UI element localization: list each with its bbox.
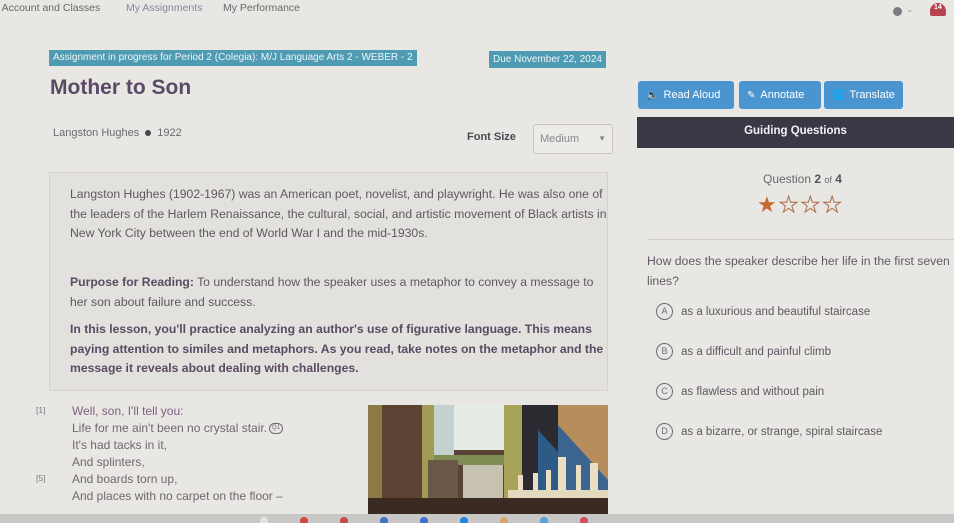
play-store-icon[interactable] (540, 517, 548, 523)
answer-option-c[interactable]: C as flawless and without pain (656, 383, 824, 400)
files-icon[interactable] (460, 517, 468, 523)
option-letter[interactable]: C (656, 383, 673, 400)
purpose-for-reading: Purpose for Reading: To understand how t… (70, 273, 610, 312)
calendar-icon[interactable] (420, 517, 428, 523)
lesson-instructions: In this lesson, you'll practice analyzin… (70, 322, 604, 375)
guiding-questions-header: Guiding Questions (637, 117, 954, 148)
staircase-image (368, 405, 608, 515)
total-questions: 4 (835, 172, 842, 186)
star-empty-icon: ★ (778, 192, 799, 217)
publication-year: 1922 (157, 127, 182, 139)
app-icon[interactable] (500, 517, 508, 523)
globe-icon: 🌐 (832, 89, 845, 101)
line-number: [5] (36, 473, 46, 483)
line-text[interactable]: Well, son, I'll tell you: (72, 404, 183, 418)
option-text[interactable]: as a difficult and painful climb (681, 346, 831, 358)
question-label: Question (763, 172, 812, 186)
taskbar-app-icon[interactable] (260, 517, 268, 523)
read-aloud-button[interactable]: 🔈 Read Aloud (638, 81, 734, 109)
docs-icon[interactable] (380, 517, 388, 523)
poem-line: Life for me ain't been no crystal stair.… (36, 421, 366, 438)
gmail-icon[interactable] (340, 517, 348, 523)
star-filled-icon: ★ (757, 192, 777, 217)
line-text[interactable]: And splinters, (72, 455, 145, 469)
photos-icon[interactable] (580, 517, 588, 523)
line-text-content[interactable]: Life for me ain't been no crystal stair. (72, 421, 267, 435)
current-question: 2 (814, 172, 822, 186)
line-text[interactable]: Life for me ain't been no crystal stair.… (72, 421, 284, 435)
pencil-icon: ✎ (747, 89, 756, 101)
nav-account-and-classes[interactable]: y Account and Classes (0, 2, 100, 14)
option-text[interactable]: as a bizarre, or strange, spiral stairca… (681, 426, 882, 438)
question-annotation-badge[interactable]: Q1 (269, 423, 284, 435)
line-text[interactable]: And places with no carpet on the floor – (72, 489, 283, 503)
top-navigation: y Account and Classes My Assignments My … (0, 0, 954, 22)
option-letter[interactable]: D (656, 423, 673, 440)
due-date-badge: Due November 22, 2024 (489, 51, 606, 68)
font-size-label: Font Size (467, 131, 516, 143)
staircase-photo (368, 405, 608, 515)
annotate-button[interactable]: ✎ Annotate (739, 81, 821, 109)
page-title: Mother to Son (50, 76, 192, 99)
answer-option-a[interactable]: A as a luxurious and beautiful staircase (656, 303, 870, 320)
poem: [1] Well, son, I'll tell you: Life for m… (36, 404, 366, 506)
progress-stars: ★ ★ ★ ★ (757, 192, 843, 217)
nav-my-performance[interactable]: My Performance (223, 2, 300, 14)
os-taskbar (0, 514, 954, 523)
separator-dot (145, 129, 152, 136)
read-aloud-label: Read Aloud (663, 89, 721, 101)
poem-line: [1] Well, son, I'll tell you: (36, 404, 366, 421)
chrome-icon[interactable] (300, 517, 308, 523)
font-size-value: Medium (540, 133, 580, 145)
divider (648, 239, 954, 240)
text-meta: Langston Hughes 1922 (53, 127, 182, 139)
poem-line: It's had tacks in it, (36, 438, 366, 455)
star-empty-icon: ★ (800, 192, 821, 217)
poem-line: And splinters, (36, 455, 366, 472)
nav-my-assignments[interactable]: My Assignments (126, 2, 202, 14)
of-label: of (824, 175, 832, 185)
option-letter[interactable]: B (656, 343, 673, 360)
purpose-label: Purpose for Reading: (70, 275, 194, 289)
answer-option-b[interactable]: B as a difficult and painful climb (656, 343, 831, 360)
author-bio: Langston Hughes (1902-1967) was an Ameri… (70, 187, 607, 240)
question-prompt: How does the speaker describe her life i… (647, 254, 950, 288)
line-text[interactable]: And boards torn up, (72, 472, 177, 486)
notification-count: 14 (934, 4, 942, 11)
option-text[interactable]: as flawless and without pain (681, 386, 824, 398)
answer-option-d[interactable]: D as a bizarre, or strange, spiral stair… (656, 423, 882, 440)
line-text[interactable]: It's had tacks in it, (72, 438, 167, 452)
intro-box: Langston Hughes (1902-1967) was an Ameri… (49, 172, 608, 391)
author: Langston Hughes (53, 127, 140, 139)
option-letter[interactable]: A (656, 303, 673, 320)
translate-button[interactable]: 🌐 Translate (824, 81, 903, 109)
chevron-down-icon[interactable]: ⌄ (906, 4, 914, 15)
line-number: [1] (36, 405, 46, 415)
star-empty-icon: ★ (822, 192, 843, 217)
caret-down-icon: ▼ (598, 134, 606, 143)
poem-line: [5] And boards torn up, (36, 472, 366, 489)
font-size-select[interactable]: Medium ▼ (533, 124, 613, 154)
option-text[interactable]: as a luxurious and beautiful staircase (681, 306, 870, 318)
globe-icon[interactable] (893, 7, 902, 16)
speaker-icon: 🔈 (646, 89, 659, 101)
question-counter: Question 2 of 4 (763, 172, 842, 186)
notification-button[interactable]: 14 (930, 3, 948, 17)
annotate-label: Annotate (760, 89, 805, 101)
assignment-status-banner: Assignment in progress for Period 2 (Col… (49, 50, 417, 66)
poem-line: And places with no carpet on the floor – (36, 489, 366, 506)
translate-label: Translate (849, 89, 895, 101)
